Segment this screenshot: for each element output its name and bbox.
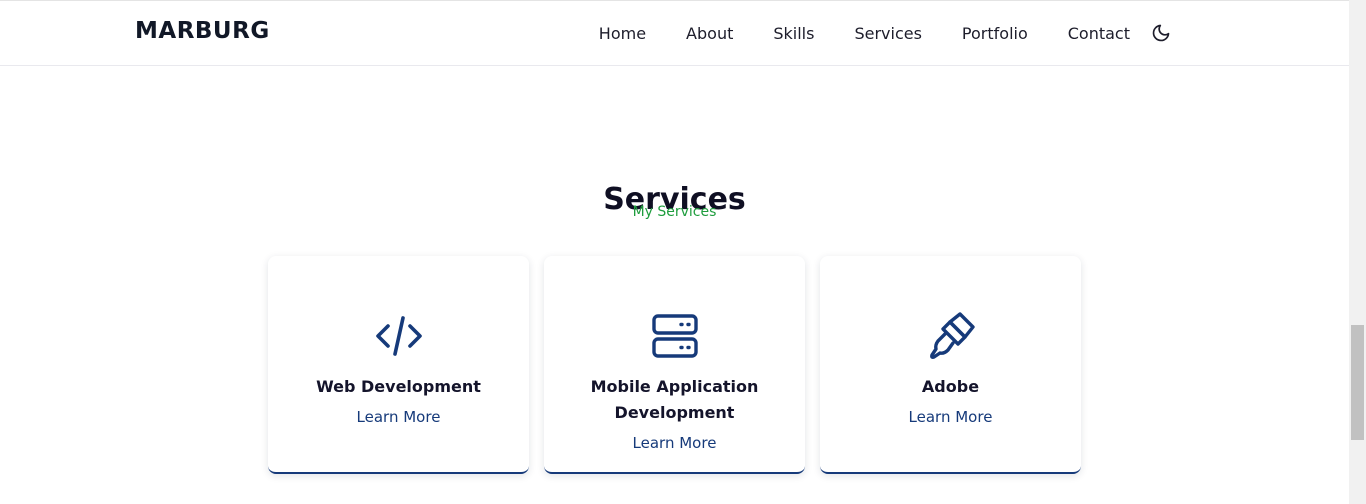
service-card-title-text: Mobile Application Development bbox=[590, 377, 759, 422]
nav-link-services[interactable]: Services bbox=[854, 24, 921, 43]
service-card-title-text: Adobe bbox=[921, 377, 980, 396]
service-card-title-text: Web Development bbox=[316, 377, 481, 396]
nav-link-home[interactable]: Home bbox=[599, 24, 646, 43]
scrollbar-thumb[interactable] bbox=[1351, 325, 1364, 440]
nav-link-about[interactable]: About bbox=[686, 24, 733, 43]
site-logo[interactable]: MARBURG bbox=[135, 18, 270, 44]
learn-more-link[interactable]: Learn More bbox=[840, 404, 1061, 430]
top-navbar: MARBURG Home About Skills Services Portf… bbox=[0, 0, 1349, 66]
service-card-web-development: Web Development Learn More bbox=[268, 256, 529, 474]
main-nav: Home About Skills Services Portfolio Con… bbox=[599, 22, 1172, 44]
section-subtitle: My Services bbox=[632, 204, 717, 220]
moon-icon[interactable] bbox=[1150, 22, 1172, 44]
learn-more-link[interactable]: Learn More bbox=[564, 430, 785, 456]
nav-link-portfolio[interactable]: Portfolio bbox=[962, 24, 1028, 43]
brush-icon bbox=[820, 312, 1081, 360]
server-icon bbox=[544, 312, 805, 360]
learn-more-link[interactable]: Learn More bbox=[288, 404, 509, 430]
service-card-title: Mobile Application Development Learn Mor… bbox=[564, 374, 785, 456]
vertical-scrollbar[interactable] bbox=[1349, 0, 1366, 504]
nav-link-skills[interactable]: Skills bbox=[773, 24, 814, 43]
service-card-mobile-application-development: Mobile Application Development Learn Mor… bbox=[544, 256, 805, 474]
service-card-adobe: Adobe Learn More bbox=[820, 256, 1081, 474]
code-icon bbox=[268, 312, 529, 360]
service-card-title: Web Development Learn More bbox=[288, 374, 509, 430]
page: MARBURG Home About Skills Services Portf… bbox=[0, 0, 1366, 504]
service-card-title: Adobe Learn More bbox=[840, 374, 1061, 430]
services-cards: Web Development Learn More Mobile Applic… bbox=[268, 256, 1081, 474]
nav-link-contact[interactable]: Contact bbox=[1068, 24, 1130, 43]
